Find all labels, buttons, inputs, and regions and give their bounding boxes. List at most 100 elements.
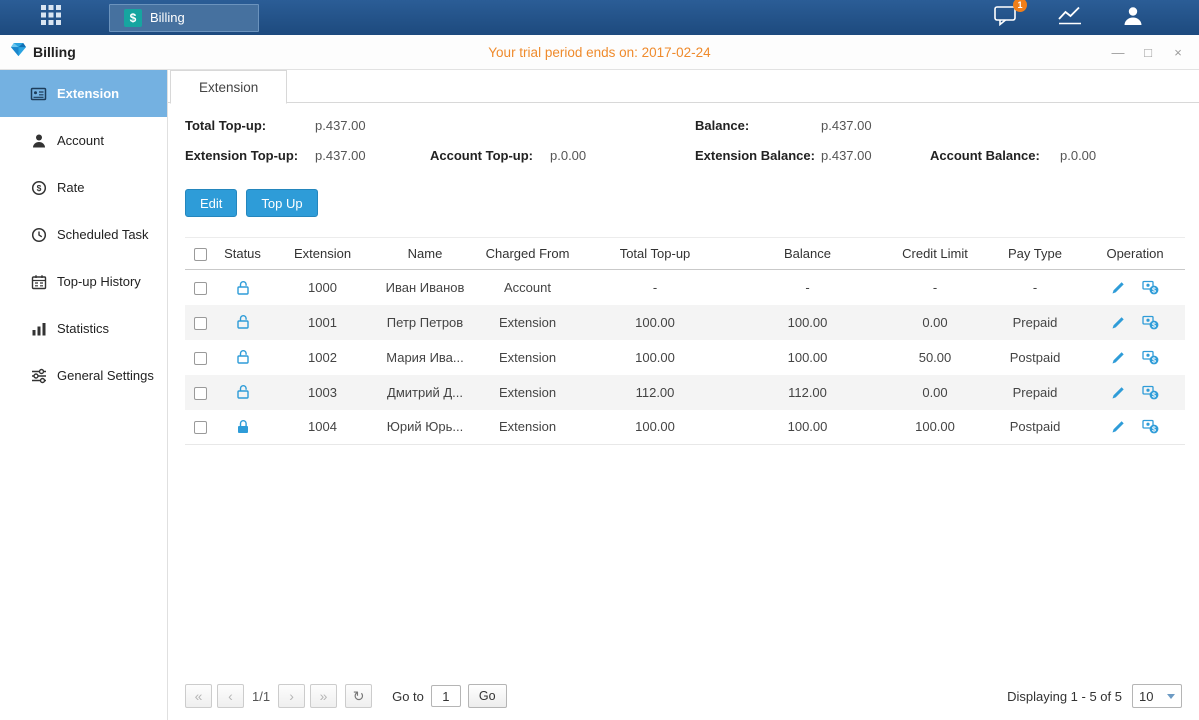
- name-cell: Иван Иванов: [375, 270, 475, 305]
- table-header-row: Status Extension Name Charged From Total…: [185, 238, 1185, 270]
- summary-total-topup: Total Top-up: p.437.00: [185, 118, 430, 133]
- sidebar-item-extension[interactable]: Extension: [0, 70, 167, 117]
- dollar-badge-icon: $: [124, 9, 142, 27]
- refresh-icon[interactable]: ↻: [345, 684, 372, 708]
- apps-grid-icon: [40, 4, 62, 31]
- edit-pencil-icon[interactable]: [1111, 280, 1126, 295]
- edit-pencil-icon[interactable]: [1111, 315, 1126, 330]
- calendar-icon: [30, 274, 47, 290]
- user-account-button[interactable]: [1121, 5, 1145, 31]
- sidebar-item-rate[interactable]: $ Rate: [0, 164, 167, 211]
- sidebar-item-label: Statistics: [57, 321, 109, 336]
- pay-type-cell: Prepaid: [985, 305, 1085, 340]
- row-checkbox[interactable]: [194, 421, 207, 434]
- svg-text:$: $: [1152, 322, 1156, 329]
- select-all-checkbox[interactable]: [194, 248, 207, 261]
- top-up-button[interactable]: Top Up: [246, 189, 317, 217]
- next-page-button[interactable]: ›: [278, 684, 305, 708]
- extensions-table-wrapper: Status Extension Name Charged From Total…: [168, 217, 1199, 445]
- goto-label: Go to: [392, 689, 424, 704]
- balance-cell: 100.00: [730, 305, 885, 340]
- top-up-money-icon[interactable]: $: [1142, 315, 1159, 330]
- extension-cell: 1000: [270, 270, 375, 305]
- minimize-button[interactable]: —: [1111, 46, 1125, 59]
- summary-value: p.437.00: [315, 148, 366, 163]
- balance-summary: Total Top-up: p.437.00 Balance: p.437.00…: [168, 103, 1199, 163]
- credit-limit-cell: -: [885, 270, 985, 305]
- svg-text:$: $: [1152, 357, 1156, 364]
- summary-balance: Balance: p.437.00: [695, 118, 930, 133]
- credit-limit-cell: 0.00: [885, 305, 985, 340]
- prev-page-button[interactable]: ‹: [217, 684, 244, 708]
- sidebar-item-general-settings[interactable]: General Settings: [0, 352, 167, 399]
- row-checkbox[interactable]: [194, 317, 207, 330]
- svg-text:$: $: [1152, 427, 1156, 434]
- sidebar-item-topup-history[interactable]: Top-up History: [0, 258, 167, 305]
- close-button[interactable]: ×: [1171, 46, 1185, 59]
- edit-pencil-icon[interactable]: [1111, 385, 1126, 400]
- table-row: 1000 Иван Иванов Account - - - - $: [185, 270, 1185, 305]
- total-topup-cell: -: [580, 270, 730, 305]
- select-all-header: [185, 238, 215, 270]
- sidebar-item-scheduled-task[interactable]: Scheduled Task: [0, 211, 167, 258]
- balance-cell: 100.00: [730, 340, 885, 375]
- row-checkbox[interactable]: [194, 282, 207, 295]
- table-row: 1003 Дмитрий Д... Extension 112.00 112.0…: [185, 375, 1185, 410]
- lock-closed-icon: [236, 419, 250, 435]
- balance-cell: 100.00: [730, 410, 885, 445]
- operation-cell: $: [1085, 375, 1185, 410]
- goto-page-input[interactable]: [431, 685, 461, 707]
- sidebar-item-label: Extension: [57, 86, 119, 101]
- topbar-billing-tab[interactable]: $ Billing: [109, 4, 259, 32]
- billing-app-window: $ Billing 1: [0, 0, 1199, 720]
- checkbox-cell: [185, 270, 215, 305]
- credit-limit-cell: 0.00: [885, 375, 985, 410]
- last-page-button[interactable]: »: [310, 684, 337, 708]
- extension-card-icon: [30, 86, 47, 102]
- maximize-button[interactable]: □: [1141, 46, 1155, 59]
- edit-button[interactable]: Edit: [185, 189, 237, 217]
- window-controls: — □ ×: [1111, 46, 1199, 59]
- edit-pencil-icon[interactable]: [1111, 350, 1126, 365]
- messages-button[interactable]: 1: [994, 5, 1019, 31]
- first-page-button[interactable]: «: [185, 684, 212, 708]
- table-row: 1001 Петр Петров Extension 100.00 100.00…: [185, 305, 1185, 340]
- row-checkbox[interactable]: [194, 387, 207, 400]
- page-size-select[interactable]: 10: [1132, 684, 1182, 708]
- go-button[interactable]: Go: [468, 684, 507, 708]
- col-name: Name: [375, 238, 475, 270]
- tab-extension[interactable]: Extension: [170, 70, 287, 104]
- top-up-money-icon[interactable]: $: [1142, 280, 1159, 295]
- lock-open-icon: [236, 384, 250, 400]
- topbar-right-icons: 1: [994, 5, 1199, 31]
- bar-chart-icon: [30, 321, 47, 337]
- top-up-money-icon[interactable]: $: [1142, 350, 1159, 365]
- sidebar-item-statistics[interactable]: Statistics: [0, 305, 167, 352]
- tab-bar: Extension: [168, 70, 1199, 103]
- top-up-money-icon[interactable]: $: [1142, 419, 1159, 434]
- sidebar-item-account[interactable]: Account: [0, 117, 167, 164]
- lock-open-icon: [236, 314, 250, 330]
- main-content: Extension Total Top-up: p.437.00 Balance…: [168, 70, 1199, 720]
- total-topup-cell: 100.00: [580, 410, 730, 445]
- row-checkbox[interactable]: [194, 352, 207, 365]
- table-row: 1004 Юрий Юрь... Extension 100.00 100.00…: [185, 410, 1185, 445]
- checkbox-cell: [185, 340, 215, 375]
- name-cell: Мария Ива...: [375, 340, 475, 375]
- balance-cell: 112.00: [730, 375, 885, 410]
- summary-value: p.0.00: [1060, 148, 1096, 163]
- apps-grid-button[interactable]: [40, 4, 62, 31]
- top-up-money-icon[interactable]: $: [1142, 385, 1159, 400]
- col-charged-from: Charged From: [475, 238, 580, 270]
- charged-from-cell: Extension: [475, 340, 580, 375]
- table-row: 1002 Мария Ива... Extension 100.00 100.0…: [185, 340, 1185, 375]
- action-buttons: Edit Top Up: [168, 163, 1199, 217]
- pagination-bar: « ‹ 1/1 › » ↻ Go to Go Displaying 1 - 5 …: [168, 684, 1199, 720]
- page-size-value: 10: [1139, 689, 1153, 704]
- edit-pencil-icon[interactable]: [1111, 419, 1126, 434]
- total-topup-cell: 100.00: [580, 305, 730, 340]
- sidebar-item-label: Rate: [57, 180, 84, 195]
- reports-button[interactable]: [1057, 5, 1083, 31]
- checkbox-cell: [185, 305, 215, 340]
- charged-from-cell: Extension: [475, 305, 580, 340]
